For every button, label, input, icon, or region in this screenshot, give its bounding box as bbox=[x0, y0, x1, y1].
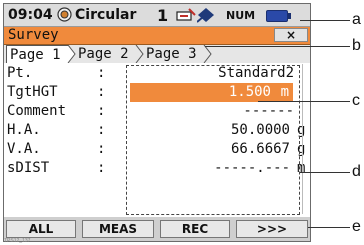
tab-page-2[interactable]: Page 2 bbox=[76, 45, 129, 63]
instrument-screen: 09:04 Circular 1 NUM Survey × Page 1 Pag… bbox=[3, 3, 311, 242]
softkey-bar: ALL MEAS REC >>> bbox=[4, 217, 310, 241]
callout-a: a bbox=[352, 11, 361, 28]
field-separator: : bbox=[97, 65, 106, 81]
battery-icon bbox=[266, 10, 291, 22]
close-button[interactable]: × bbox=[274, 28, 308, 42]
prism-type-label[interactable]: Circular bbox=[75, 7, 136, 23]
field-label: TgtHGT bbox=[7, 84, 58, 100]
field-label: Comment bbox=[7, 103, 67, 119]
field-separator: : bbox=[97, 103, 106, 119]
callout-line bbox=[205, 46, 350, 47]
page-tabs: Page 1 Page 2 Page 3 bbox=[4, 45, 310, 63]
tab-page-3[interactable]: Page 3 bbox=[144, 45, 197, 63]
all-button[interactable]: ALL bbox=[6, 220, 76, 238]
field-separator: : bbox=[97, 84, 106, 100]
callout-line bbox=[308, 227, 350, 228]
callout-d: d bbox=[352, 163, 361, 180]
more-button[interactable]: >>> bbox=[236, 220, 308, 238]
status-bar: 09:04 Circular 1 NUM bbox=[4, 4, 310, 27]
face-indicator: 1 bbox=[157, 6, 169, 25]
dialog-title: Survey bbox=[8, 27, 59, 43]
target-icon[interactable] bbox=[197, 7, 215, 23]
field-label: V.A. bbox=[7, 141, 41, 157]
figure-id: TPS12_137 bbox=[4, 238, 31, 244]
callout-c: c bbox=[352, 92, 360, 109]
callout-line bbox=[258, 101, 350, 102]
field-separator: : bbox=[97, 122, 106, 138]
callout-line bbox=[300, 20, 350, 21]
field-label: Pt. bbox=[7, 65, 33, 81]
clock: 09:04 bbox=[8, 7, 53, 23]
field-separator: : bbox=[97, 160, 106, 176]
callout-line bbox=[300, 172, 350, 173]
dialog-title-bar: Survey × bbox=[4, 27, 310, 45]
ppm-icon[interactable] bbox=[176, 8, 196, 22]
value-area-outline bbox=[126, 65, 300, 215]
rec-button[interactable]: REC bbox=[160, 220, 230, 238]
num-mode-indicator[interactable]: NUM bbox=[226, 9, 255, 22]
meas-button[interactable]: MEAS bbox=[82, 220, 154, 238]
tab-page-1[interactable]: Page 1 bbox=[6, 45, 68, 63]
tab-separator-icon bbox=[203, 45, 212, 63]
callout-e: e bbox=[352, 218, 361, 235]
prism-icon[interactable] bbox=[57, 7, 72, 22]
field-label: H.A. bbox=[7, 122, 41, 138]
callout-b: b bbox=[352, 37, 361, 54]
field-label: sDIST bbox=[7, 160, 50, 176]
scrollbar[interactable] bbox=[302, 64, 309, 214]
field-separator: : bbox=[97, 141, 106, 157]
